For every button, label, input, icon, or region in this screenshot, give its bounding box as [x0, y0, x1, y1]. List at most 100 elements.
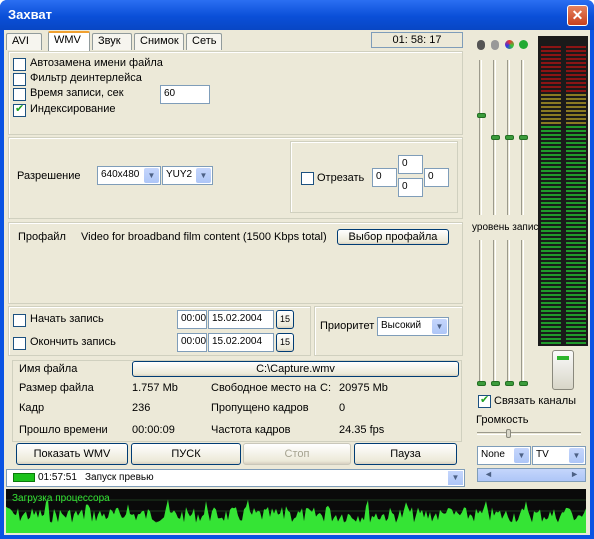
arrow-left-icon[interactable]: ◄ [484, 469, 493, 479]
stop-date-input[interactable]: 15.02.2004 [208, 333, 274, 352]
link-channels-checkbox[interactable] [478, 393, 491, 408]
color-icon [505, 40, 514, 49]
volume-slider[interactable] [477, 432, 581, 435]
slider-thumb[interactable] [519, 135, 528, 140]
slider-track[interactable] [493, 240, 496, 385]
meter-segment [541, 114, 561, 116]
meter-segment [566, 154, 586, 156]
crop-right-input[interactable]: 0 [424, 168, 449, 187]
start-time-input[interactable]: 00:00 [177, 310, 207, 329]
meter-segment [566, 98, 586, 100]
record-time-checkbox[interactable] [13, 88, 26, 101]
slider-track[interactable] [507, 240, 510, 385]
auto-rename-checkbox[interactable] [13, 58, 26, 71]
crop-left-input[interactable]: 0 [372, 168, 397, 187]
tab-network[interactable]: Сеть [186, 33, 222, 50]
record-time-input[interactable]: 60 [160, 85, 210, 104]
title-bar: Захват ✕ [0, 0, 594, 30]
meter-segment [566, 110, 586, 112]
meter-segment [566, 218, 586, 220]
stop-button[interactable]: Стоп [243, 443, 351, 465]
start-record-checkbox[interactable] [13, 314, 26, 327]
record-time-label: Время записи, сек [30, 87, 124, 99]
arrow-right-icon[interactable]: ► [570, 469, 579, 479]
close-button[interactable]: ✕ [567, 5, 588, 26]
tab-avi[interactable]: AVI [6, 33, 42, 50]
meter-segment [566, 298, 586, 300]
meter-segment [541, 102, 561, 104]
slider-track[interactable] [479, 60, 482, 215]
meter-segment [566, 286, 586, 288]
resolution-select[interactable]: 640x480 ▼ [97, 166, 161, 185]
brightness-icon [491, 40, 499, 50]
calendar-icon[interactable]: 15 [276, 310, 294, 329]
meter-segment [566, 50, 586, 52]
saturation-icon [519, 40, 528, 49]
crop-top-input[interactable]: 0 [398, 155, 423, 174]
chevron-down-icon: ▼ [514, 448, 529, 463]
meter-segment [541, 178, 561, 180]
meter-segment [541, 254, 561, 256]
priority-value: Высокий [381, 320, 422, 331]
indexing-checkbox[interactable] [13, 102, 26, 117]
tab-wmv[interactable]: WMV [48, 31, 90, 51]
meter-segment [566, 190, 586, 192]
slider-thumb[interactable] [477, 113, 486, 118]
meter-segment [566, 150, 586, 152]
meter-segment [541, 50, 561, 52]
meter-segment [541, 70, 561, 72]
source-select-1[interactable]: None ▼ [477, 446, 531, 465]
pause-button[interactable]: Пауза [354, 443, 457, 465]
meter-segment [541, 226, 561, 228]
meter-segment [541, 246, 561, 248]
meter-segment [541, 290, 561, 292]
meter-segment [541, 98, 561, 100]
meter-segment [566, 266, 586, 268]
stop-time-input[interactable]: 00:00 [177, 333, 207, 352]
slider-thumb[interactable] [491, 135, 500, 140]
slider-thumb[interactable] [505, 135, 514, 140]
meter-segment [541, 54, 561, 56]
meter-segment [566, 162, 586, 164]
crop-bottom-input[interactable]: 0 [398, 178, 423, 197]
meter-segment [566, 222, 586, 224]
slider-thumb[interactable] [519, 381, 528, 386]
drive-value: C: [320, 382, 331, 394]
meter-segment [541, 194, 561, 196]
deinterlace-checkbox[interactable] [13, 73, 26, 86]
calendar-icon[interactable]: 15 [276, 333, 294, 352]
show-wmv-button[interactable]: Показать WMV [16, 443, 128, 465]
crop-checkbox[interactable] [301, 172, 314, 185]
meter-segment [541, 78, 561, 80]
meter-segment [566, 250, 586, 252]
chevron-down-icon[interactable]: ▼ [448, 471, 463, 485]
source-value-2: TV [536, 449, 549, 460]
tab-sound[interactable]: Звук [92, 33, 132, 50]
meter-segment [566, 206, 586, 208]
volume-knob[interactable] [552, 350, 574, 390]
slider-thumb[interactable] [491, 381, 500, 386]
slider-track[interactable] [521, 240, 524, 385]
link-channels-label: Связать каналы [494, 395, 577, 407]
format-select[interactable]: YUY2 ▼ [162, 166, 213, 185]
meter-segment [541, 182, 561, 184]
meter-segment [541, 238, 561, 240]
start-date-input[interactable]: 15.02.2004 [208, 310, 274, 329]
slider-thumb[interactable] [505, 381, 514, 386]
volume-thumb[interactable] [506, 429, 511, 438]
choose-profile-button[interactable]: Выбор профайла [337, 229, 449, 245]
priority-select[interactable]: Высокий ▼ [377, 317, 449, 336]
stop-record-checkbox[interactable] [13, 337, 26, 350]
meter-segment [541, 342, 561, 344]
format-value: YUY2 [166, 169, 193, 180]
filename-button[interactable]: C:\Capture.wmv [132, 361, 459, 377]
slider-track[interactable] [479, 240, 482, 385]
record-level-label: уровень записи [472, 222, 545, 233]
start-button[interactable]: ПУСК [131, 443, 241, 465]
source-select-2[interactable]: TV ▼ [532, 446, 586, 465]
resolution-value: 640x480 [101, 169, 140, 180]
tab-snapshot[interactable]: Снимок [134, 33, 184, 50]
meter-segment [541, 130, 561, 132]
slider-thumb[interactable] [477, 381, 486, 386]
scroll-bar[interactable]: ◄ ► [477, 468, 586, 482]
